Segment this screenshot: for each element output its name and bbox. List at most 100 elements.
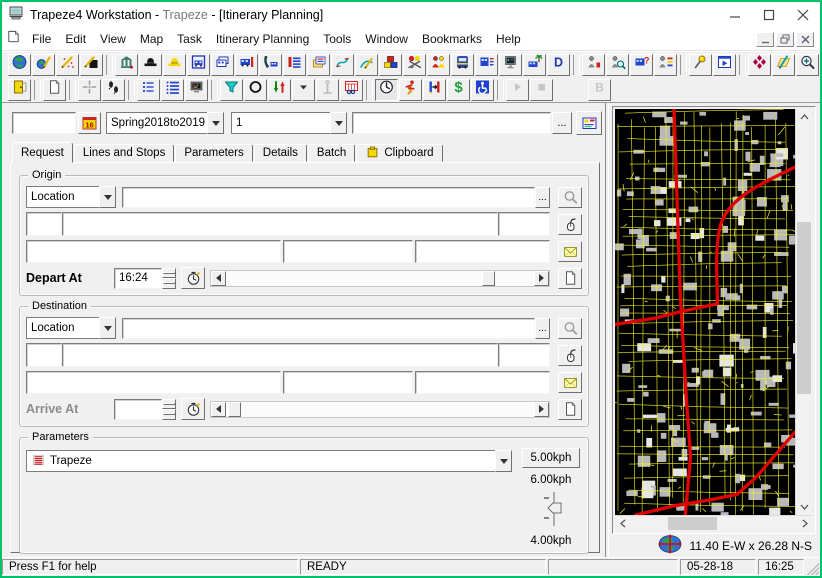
destination-postal-field[interactable] — [415, 371, 550, 394]
menu-task[interactable]: Task — [170, 30, 209, 48]
speed-slider[interactable] — [536, 490, 566, 533]
map-hscroll-track[interactable] — [631, 516, 797, 531]
depart-time-scrollbar[interactable] — [210, 270, 550, 287]
profile-dropdown[interactable] — [495, 450, 512, 472]
menu-tools[interactable]: Tools — [316, 30, 358, 48]
origin-street-field[interactable] — [62, 212, 498, 236]
run-cards-button[interactable] — [307, 54, 330, 76]
tab-batch[interactable]: Batch — [308, 144, 355, 162]
destination-city-field[interactable] — [26, 371, 281, 394]
date-field[interactable] — [12, 112, 76, 134]
edit-scatter-button[interactable] — [56, 54, 79, 76]
exit-door-button[interactable] — [8, 79, 31, 101]
tab-parameters[interactable]: Parameters — [175, 144, 252, 162]
client-plan-button[interactable] — [654, 54, 677, 76]
destination-new-doc-button[interactable] — [558, 399, 582, 420]
menu-itinerary-planning[interactable]: Itinerary Planning — [209, 30, 316, 48]
origin-type-combo[interactable]: Location — [26, 186, 116, 208]
origin-suffix-field[interactable] — [498, 212, 550, 236]
arrive-scroll-left-button[interactable] — [211, 402, 226, 417]
tab-request[interactable]: Request — [12, 142, 73, 163]
find-calendar-button[interactable] — [340, 79, 363, 101]
speed-max-button[interactable]: 5.00kph — [522, 448, 580, 468]
map-edit-button[interactable] — [772, 54, 795, 76]
tab-clipboard[interactable]: Clipboard — [356, 144, 442, 162]
destination-mail-button[interactable] — [558, 372, 582, 393]
destination-search-button[interactable] — [558, 318, 582, 339]
drivers-button[interactable] — [427, 54, 450, 76]
origin-new-doc-button[interactable] — [558, 268, 582, 289]
destination-suffix-field[interactable] — [498, 343, 550, 367]
origin-unit-field[interactable] — [26, 212, 62, 236]
arrive-time-input[interactable] — [114, 399, 162, 420]
menu-view[interactable]: View — [93, 30, 133, 48]
run-list-button[interactable] — [283, 54, 306, 76]
origin-search-button[interactable] — [558, 187, 582, 208]
menu-help[interactable]: Help — [489, 30, 528, 48]
request-number-dropdown[interactable] — [330, 112, 347, 134]
arrive-scroll-track[interactable] — [226, 402, 534, 417]
depart-time-spinner[interactable] — [162, 268, 176, 289]
origin-mail-button[interactable] — [558, 241, 582, 262]
list-brief-button[interactable] — [137, 79, 160, 101]
hat-yellow-button[interactable] — [163, 54, 186, 76]
world-edit-button[interactable] — [32, 54, 55, 76]
origin-mouse-pick-button[interactable] — [558, 214, 582, 235]
destination-mouse-pick-button[interactable] — [558, 345, 582, 366]
route-edit-button[interactable] — [355, 54, 378, 76]
pushpin-button[interactable] — [689, 54, 712, 76]
filter-funnel-button[interactable] — [220, 79, 243, 101]
origin-address-field[interactable] — [122, 187, 535, 208]
blocks-button[interactable] — [379, 54, 402, 76]
depart-scroll-left-button[interactable] — [211, 271, 226, 286]
bus-front-button[interactable] — [451, 54, 474, 76]
compass-button[interactable] — [748, 54, 771, 76]
menu-bookmarks[interactable]: Bookmarks — [415, 30, 489, 48]
map-scroll-left-button[interactable] — [615, 516, 631, 531]
child-restore-button[interactable] — [776, 32, 794, 47]
dropdown-arrow-button[interactable] — [292, 79, 315, 101]
destination-type-dropdown[interactable] — [99, 317, 116, 339]
resize-grip[interactable] — [806, 559, 819, 575]
sort-arrows-button[interactable] — [268, 79, 291, 101]
map-scroll-right-button[interactable] — [797, 516, 813, 531]
map-scroll-down-button[interactable] — [796, 499, 812, 515]
vehicle-stop-button[interactable] — [235, 54, 258, 76]
edit-area-button[interactable] — [80, 54, 103, 76]
request-number-combo[interactable]: 1 — [231, 112, 347, 134]
map-vscroll-track[interactable] — [796, 125, 812, 499]
transfer-button[interactable] — [423, 79, 446, 101]
menu-file[interactable]: File — [25, 30, 58, 48]
map-scroll-up-button[interactable] — [796, 109, 812, 125]
origin-type-dropdown[interactable] — [99, 186, 116, 208]
map-canvas[interactable] — [615, 109, 795, 515]
world-button[interactable] — [8, 54, 31, 76]
booking-period-combo[interactable]: Spring2018to2019 (*) — [106, 112, 224, 134]
arrive-time-scrollbar[interactable] — [210, 401, 550, 418]
arrive-stopwatch-button[interactable] — [181, 398, 205, 420]
new-page-button[interactable] — [43, 79, 66, 101]
arrive-scroll-right-button[interactable] — [534, 402, 549, 417]
monitor-map-button[interactable] — [499, 54, 522, 76]
map-vertical-scrollbar[interactable] — [795, 109, 812, 515]
fare-dollar-button[interactable]: $ — [447, 79, 470, 101]
route-curve-button[interactable] — [331, 54, 354, 76]
map-hscroll-thumb[interactable] — [668, 517, 718, 530]
tab-lines-and-stops[interactable]: Lines and Stops — [74, 144, 174, 162]
cut-hearts-button[interactable] — [403, 54, 426, 76]
booking-period-dropdown[interactable] — [207, 112, 224, 134]
destination-zone-field[interactable] — [283, 371, 413, 394]
destination-address-field[interactable] — [122, 318, 535, 339]
mdi-document-icon[interactable] — [6, 29, 21, 49]
booking-card-button[interactable] — [576, 111, 602, 135]
map-horizontal-scrollbar[interactable] — [615, 515, 813, 531]
hat-black-button[interactable] — [139, 54, 162, 76]
menu-edit[interactable]: Edit — [58, 30, 93, 48]
client-red-button[interactable] — [582, 54, 605, 76]
list-full-button[interactable] — [161, 79, 184, 101]
arrive-scroll-thumb[interactable] — [228, 402, 241, 417]
phone-booking-button[interactable] — [259, 54, 282, 76]
origin-postal-field[interactable] — [415, 240, 550, 263]
clock-button[interactable] — [375, 79, 398, 101]
depart-scroll-right-button[interactable] — [534, 271, 549, 286]
